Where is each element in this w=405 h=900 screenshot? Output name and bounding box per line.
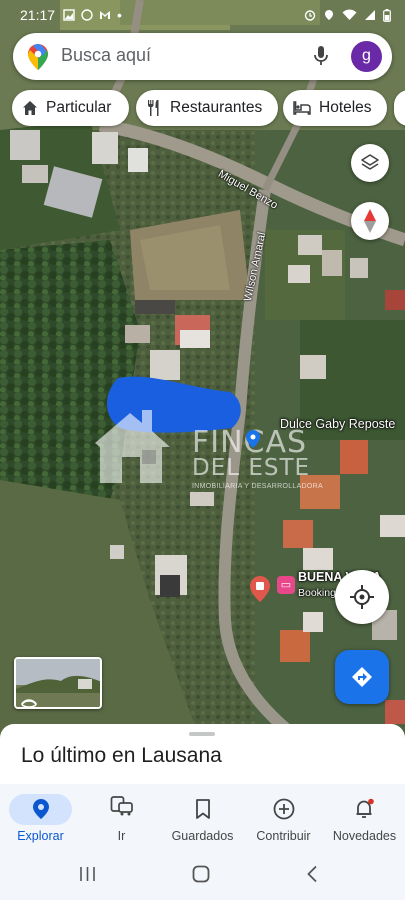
system-navigation-bar xyxy=(0,850,405,900)
chip-label: Restaurantes xyxy=(170,99,263,116)
wifi-icon xyxy=(342,9,357,20)
street-view-image xyxy=(16,659,100,707)
location-status-icon xyxy=(325,10,333,20)
directions-icon xyxy=(352,667,372,687)
chip-particular[interactable]: Particular xyxy=(12,90,129,126)
status-time: 21:17 xyxy=(20,7,56,23)
nav-item-explorar[interactable]: Explorar xyxy=(0,784,81,850)
pin-icon xyxy=(32,799,49,819)
watermark-text-line3: INMOBILIARIA Y DESARROLLADORA xyxy=(192,483,323,490)
my-location-button[interactable] xyxy=(335,570,389,624)
sheet-drag-handle[interactable] xyxy=(189,732,215,736)
microphone-icon[interactable] xyxy=(313,45,329,67)
home-button-icon[interactable] xyxy=(192,865,210,883)
place-label-dulce-gaby[interactable]: Dulce Gaby Reposte xyxy=(280,417,395,431)
alarm-icon xyxy=(304,10,316,21)
home-icon xyxy=(23,101,37,115)
signal-icon xyxy=(365,10,375,20)
directions-button[interactable] xyxy=(335,650,389,704)
house-logo-icon xyxy=(95,410,170,483)
bell-icon xyxy=(356,798,374,818)
chip-restaurantes[interactable]: Restaurantes xyxy=(136,90,278,126)
back-icon[interactable] xyxy=(306,865,318,883)
nav-label: Explorar xyxy=(17,829,64,843)
google-maps-logo-icon xyxy=(28,44,48,70)
account-avatar[interactable]: g xyxy=(351,41,382,72)
nav-item-novedades[interactable]: Novedades xyxy=(324,784,405,850)
nav-label: Novedades xyxy=(332,829,397,843)
chip-label: Hoteles xyxy=(319,99,372,116)
recents-icon[interactable] xyxy=(79,866,96,882)
nav-item-guardados[interactable]: Guardados xyxy=(162,784,243,850)
gmail-notification-icon xyxy=(100,11,111,19)
nav-label: Contribuir xyxy=(256,829,311,843)
chip-label: Particular xyxy=(46,99,112,116)
nav-item-ir[interactable]: Ir xyxy=(81,784,162,850)
whatsapp-notification-icon xyxy=(81,9,93,21)
place-pin-icon[interactable] xyxy=(250,576,270,602)
search-bar[interactable]: Busca aquí g xyxy=(13,33,392,80)
shop-pin-icon[interactable] xyxy=(246,430,260,448)
gallery-notification-icon xyxy=(63,9,75,21)
hotel-pin-icon[interactable]: ▭ xyxy=(277,576,295,594)
search-input[interactable]: Busca aquí xyxy=(61,45,151,66)
bookmark-icon xyxy=(195,799,210,819)
watermark-text-line2: DEL ESTE xyxy=(192,455,311,481)
nav-label: Ir xyxy=(117,829,126,843)
bottom-navigation: Explorar Ir Guardados Contribuir Novedad… xyxy=(0,784,405,850)
restaurant-icon xyxy=(148,100,159,116)
bottom-sheet[interactable]: Lo último en Lausana xyxy=(0,724,405,784)
crosshair-icon xyxy=(350,585,374,609)
hotel-icon xyxy=(293,101,311,115)
layers-button[interactable] xyxy=(351,144,389,182)
nav-item-contribuir[interactable]: Contribuir xyxy=(243,784,324,850)
more-notifications-icon: • xyxy=(117,7,122,23)
compass-icon xyxy=(364,209,376,233)
nav-label: Guardados xyxy=(171,829,234,843)
status-bar: 21:17 • xyxy=(0,0,405,30)
commute-icon xyxy=(110,796,133,816)
street-view-thumbnail[interactable] xyxy=(14,657,102,709)
chip-hoteles[interactable]: Hoteles xyxy=(283,90,387,126)
compass-button[interactable] xyxy=(351,202,389,240)
add-circle-icon xyxy=(273,798,294,820)
layers-icon xyxy=(361,154,379,170)
battery-icon xyxy=(383,8,391,22)
sheet-title: Lo último en Lausana xyxy=(21,744,222,767)
